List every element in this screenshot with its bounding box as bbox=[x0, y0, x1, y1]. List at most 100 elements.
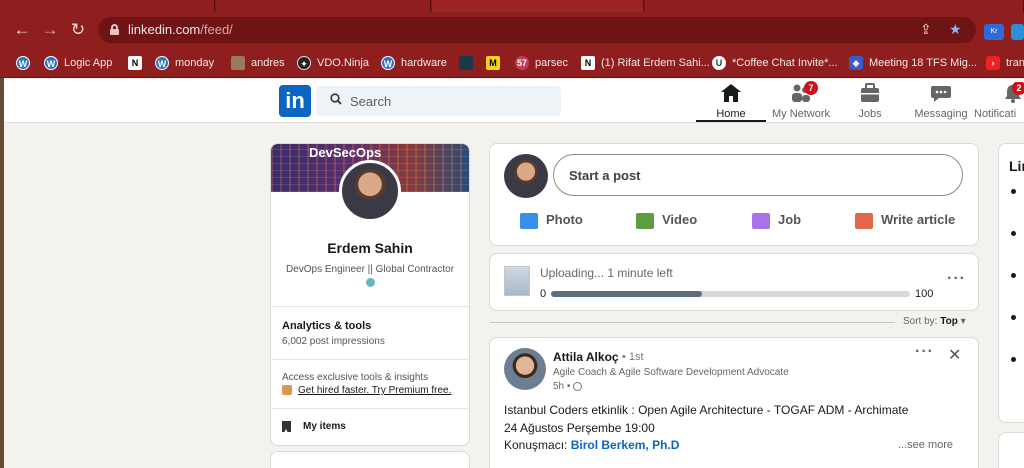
secondary-card bbox=[998, 432, 1024, 468]
analytics-value: 6,002 post impressions bbox=[282, 336, 385, 347]
post-text-line: Istanbul Coders etkinlik : Open Agile Ar… bbox=[504, 403, 909, 417]
nav-notifications[interactable]: 2 Notificati bbox=[974, 82, 1024, 122]
search-input[interactable] bbox=[350, 91, 550, 111]
premium-link[interactable]: Get hired faster. Try Premium free. bbox=[282, 385, 451, 396]
see-more-link[interactable]: ...see more bbox=[898, 439, 953, 451]
home-icon bbox=[696, 83, 766, 105]
close-icon[interactable]: ✕ bbox=[948, 345, 961, 365]
upload-status: Uploading... 1 minute left bbox=[540, 266, 673, 280]
video-button[interactable]: Video bbox=[636, 212, 697, 232]
share-icon[interactable]: ⇪ bbox=[920, 21, 932, 38]
browser-tab[interactable] bbox=[645, 0, 1024, 12]
extension-icon[interactable] bbox=[1011, 24, 1024, 40]
reload-icon[interactable]: ↻ bbox=[68, 20, 88, 40]
miro-icon: M bbox=[486, 56, 500, 71]
forward-arrow-icon[interactable]: → bbox=[40, 20, 60, 40]
job-button[interactable]: Job bbox=[752, 212, 801, 232]
list-bullet bbox=[1011, 189, 1016, 194]
upload-card: Uploading... 1 minute left 0 100 ··· bbox=[489, 253, 979, 311]
browser-tab-active[interactable] bbox=[432, 0, 644, 12]
vdo-ninja-icon: ✦ bbox=[297, 56, 311, 71]
bookmark-item[interactable] bbox=[459, 54, 479, 72]
lock-icon bbox=[110, 24, 119, 35]
notion-icon: N bbox=[581, 56, 595, 71]
bookmark-item[interactable]: Wmonday bbox=[155, 54, 214, 72]
sort-dropdown[interactable]: Sort by: Top ▾ bbox=[903, 316, 966, 327]
start-post-button[interactable]: Start a post bbox=[553, 154, 963, 196]
my-items-link[interactable]: My items bbox=[303, 421, 346, 432]
bookmark-item[interactable]: ✦ VDO.Ninja bbox=[297, 54, 369, 72]
message-icon bbox=[906, 83, 976, 105]
extension-icon[interactable]: Kr bbox=[984, 24, 1004, 40]
divider bbox=[271, 306, 469, 307]
notification-badge: 7 bbox=[804, 81, 818, 95]
news-title: Lin bbox=[1009, 158, 1024, 174]
post-text-line: Konuşmacı: Birol Berkem, Ph.D bbox=[504, 438, 680, 452]
list-bullet bbox=[1011, 357, 1016, 362]
nav-messaging[interactable]: Messaging bbox=[906, 82, 976, 122]
browser-toolbar: ← → ↻ linkedin.com/feed/ ⇪ ★ Kr bbox=[0, 12, 1024, 48]
post-time: 5h • bbox=[553, 381, 583, 392]
upload-thumbnail bbox=[504, 266, 530, 296]
bookmark-item[interactable]: W bbox=[16, 54, 36, 72]
banner-text: DevSecOps bbox=[309, 145, 382, 160]
divider bbox=[271, 359, 469, 360]
bookmark-item[interactable]: Whardware bbox=[381, 54, 447, 72]
linkedin-logo-icon[interactable]: in bbox=[279, 85, 311, 117]
author-avatar[interactable] bbox=[504, 348, 546, 390]
video-icon bbox=[636, 212, 654, 229]
progress-fill bbox=[551, 291, 702, 297]
nav-label: Home bbox=[716, 108, 746, 120]
browser-tab[interactable] bbox=[0, 0, 215, 12]
nav-label: Messaging bbox=[914, 108, 968, 120]
search-box[interactable] bbox=[316, 86, 561, 116]
post-options-icon[interactable]: ··· bbox=[915, 343, 934, 361]
nav-home[interactable]: Home bbox=[696, 82, 766, 122]
youtube-icon: › bbox=[986, 56, 1000, 71]
bookmark-star-icon[interactable]: ★ bbox=[949, 21, 962, 38]
bookmark-item[interactable]: N (1) Rifat Erdem Sahi... bbox=[581, 54, 710, 72]
bookmark-item[interactable]: U *Coffee Chat Invite*... bbox=[712, 54, 838, 72]
avatar[interactable] bbox=[504, 154, 548, 198]
shield-icon: ◆ bbox=[849, 56, 863, 71]
briefcase-icon bbox=[835, 83, 905, 105]
profile-avatar[interactable] bbox=[339, 160, 401, 222]
app-icon bbox=[459, 56, 473, 71]
nav-label: Notificati bbox=[974, 108, 1017, 120]
bell-icon: 2 bbox=[974, 82, 1024, 105]
list-bullet bbox=[1011, 315, 1016, 320]
profile-picture-icon bbox=[231, 56, 245, 71]
more-options-icon[interactable]: ··· bbox=[947, 270, 966, 288]
nav-jobs[interactable]: Jobs bbox=[835, 82, 905, 122]
progress-min: 0 bbox=[540, 288, 547, 300]
post-author[interactable]: Attila Alkoç bbox=[553, 350, 619, 364]
bookmark-item[interactable]: 57 parsec bbox=[515, 54, 568, 72]
progress-max: 100 bbox=[915, 288, 934, 300]
bookmark-item[interactable]: ›trans bbox=[986, 54, 1024, 72]
secondary-card bbox=[270, 451, 470, 468]
bookmark-item[interactable]: N bbox=[128, 54, 148, 72]
mention-link[interactable]: Birol Berkem, Ph.D bbox=[571, 438, 680, 452]
analytics-label[interactable]: Analytics & tools bbox=[282, 320, 371, 332]
list-bullet bbox=[1011, 231, 1016, 236]
bookmark-item[interactable]: andres bbox=[231, 54, 285, 72]
back-arrow-icon[interactable]: ← bbox=[12, 20, 32, 40]
photo-button[interactable]: Photo bbox=[520, 212, 583, 232]
window-edge bbox=[0, 78, 4, 468]
tab-strip bbox=[0, 0, 1024, 12]
nav-label: Jobs bbox=[858, 108, 882, 120]
linkedin-navbar: in Home 7 My Network Jobs Messaging bbox=[4, 79, 1024, 123]
caret-down-icon: ▾ bbox=[960, 316, 966, 327]
nav-my-network[interactable]: 7 My Network bbox=[766, 81, 836, 122]
bookmark-item[interactable]: W Logic App bbox=[44, 54, 112, 72]
bookmark-item[interactable]: M bbox=[486, 54, 506, 72]
job-briefcase-icon bbox=[752, 212, 770, 229]
write-article-button[interactable]: Write article bbox=[855, 212, 955, 232]
connection-degree: • 1st bbox=[622, 351, 644, 363]
premium-icon bbox=[282, 385, 292, 396]
address-bar[interactable]: linkedin.com/feed/ ⇪ ★ bbox=[98, 17, 976, 43]
bookmark-item[interactable]: ◆ Meeting 18 TFS Mig... bbox=[849, 54, 977, 72]
browser-tab[interactable] bbox=[216, 0, 431, 12]
profile-name[interactable]: Erdem Sahin bbox=[271, 240, 469, 256]
people-icon: 7 bbox=[766, 81, 836, 105]
